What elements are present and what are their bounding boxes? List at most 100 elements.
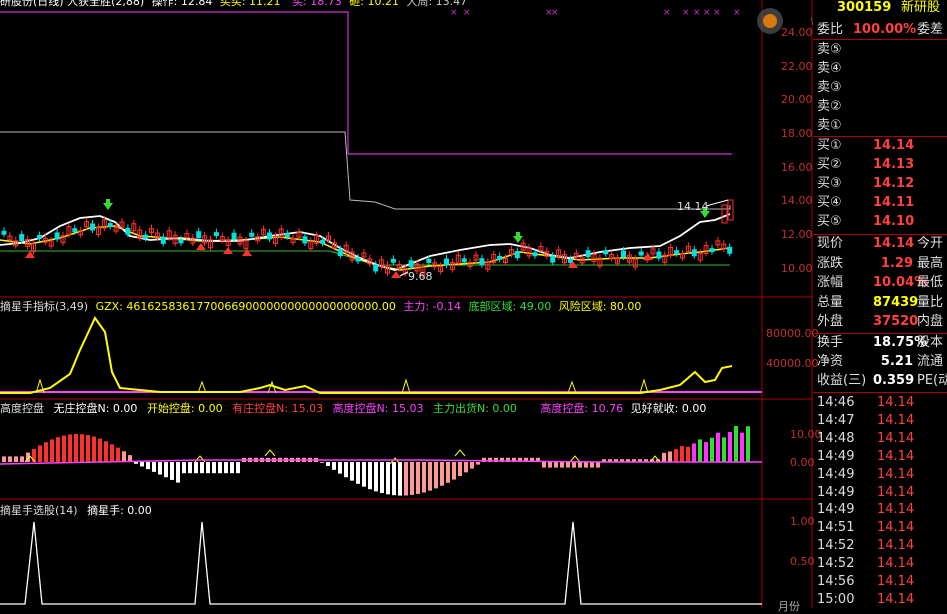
tick-row: 14:52 14.14 bbox=[813, 555, 947, 573]
candle-body bbox=[497, 255, 503, 260]
gray-step-line bbox=[0, 131, 731, 210]
histogram-bar bbox=[170, 462, 174, 480]
candle-body bbox=[19, 234, 25, 242]
header-buy: 买: 18.73 bbox=[292, 0, 342, 8]
histogram-bar bbox=[680, 446, 684, 462]
histogram-bar bbox=[590, 462, 594, 468]
sell-level[interactable]: 卖④ bbox=[813, 60, 947, 78]
buy-level[interactable]: 买⑤ 14.10 bbox=[813, 213, 947, 231]
histogram-bar bbox=[542, 462, 546, 468]
candle-body bbox=[337, 249, 343, 257]
candle-body bbox=[178, 239, 184, 244]
main-y-tick: 14.00 bbox=[781, 194, 813, 207]
candle-body bbox=[107, 223, 113, 228]
panel2-main: 主力: -0.14 bbox=[403, 300, 461, 313]
candle-body bbox=[143, 234, 149, 239]
sell-label: 卖② bbox=[817, 99, 842, 114]
panel3-title: 高度控盘 bbox=[0, 402, 44, 415]
candle-body bbox=[196, 231, 202, 239]
histogram-bar bbox=[746, 426, 750, 462]
buy-price: 14.14 bbox=[873, 138, 915, 153]
buy-level[interactable]: 买② 14.13 bbox=[813, 156, 947, 174]
stat-label: 换手 bbox=[817, 335, 844, 350]
panel3-out: 主力出货N: 0.00 bbox=[432, 402, 517, 415]
histogram-bar bbox=[92, 436, 96, 462]
buy-level[interactable]: 买④ 14.11 bbox=[813, 194, 947, 212]
candle-body bbox=[727, 199, 734, 221]
candle-body bbox=[585, 250, 591, 258]
buy-price: 14.11 bbox=[873, 195, 915, 210]
candle-body bbox=[54, 232, 60, 240]
buy-level[interactable]: 买① 14.14 bbox=[813, 137, 947, 155]
histogram-bar bbox=[398, 462, 402, 496]
histogram-bar bbox=[470, 462, 474, 469]
tick-price: 14.14 bbox=[877, 520, 915, 536]
tick-time: 14:49 bbox=[817, 466, 855, 482]
candle-body bbox=[373, 264, 379, 272]
svg-text:×: × bbox=[663, 8, 671, 18]
candle-body bbox=[479, 258, 485, 266]
quote-stat: 涨跌 1.29 最高 bbox=[813, 255, 947, 273]
panel2-risk: 风险区域: 80.00 bbox=[558, 300, 642, 313]
tick-price: 14.14 bbox=[877, 484, 915, 500]
buy-price: 14.10 bbox=[873, 214, 915, 229]
histogram-bar bbox=[428, 462, 432, 491]
main-y-tick: 20.00 bbox=[781, 93, 813, 106]
sell-level[interactable]: 卖② bbox=[813, 98, 947, 116]
histogram-bar bbox=[548, 462, 552, 468]
candle-body bbox=[1, 230, 7, 235]
tick-price: 14.14 bbox=[877, 466, 915, 482]
histogram-bar bbox=[560, 462, 564, 468]
candle-body bbox=[621, 250, 626, 258]
histogram-bar bbox=[182, 462, 186, 474]
quote-panel: 300159 新研股 委比 100.00% 委差 卖⑤ 卖④ 卖③ 卖② 卖① 买① 14… bbox=[813, 0, 947, 608]
quote-stat: 涨幅 10.04% 最低 bbox=[813, 274, 947, 292]
buy-level[interactable]: 买③ 14.12 bbox=[813, 175, 947, 193]
quote-title: 300159 新研股 bbox=[813, 0, 947, 17]
histogram-bar bbox=[464, 462, 468, 473]
candle-body bbox=[567, 258, 573, 263]
svg-text:×: × bbox=[703, 8, 711, 18]
low-label: 9.68 bbox=[408, 270, 433, 283]
sell-level[interactable]: 卖③ bbox=[813, 79, 947, 97]
histogram-bar bbox=[692, 443, 696, 462]
candle-body bbox=[532, 252, 538, 257]
main-y-tick: 24.00 bbox=[781, 26, 813, 39]
panel3-y-tick-zero: 0.00 bbox=[790, 456, 815, 469]
stat-value: 5.21 bbox=[880, 353, 913, 369]
histogram-bar bbox=[122, 451, 126, 462]
tick-time: 14:46 bbox=[817, 395, 855, 410]
stat-cut: 最高 bbox=[917, 255, 944, 271]
histogram-bar bbox=[362, 462, 366, 487]
histogram-bar bbox=[734, 425, 738, 462]
panel2-y-tick-top: 80000.00 bbox=[766, 327, 819, 340]
sell-level[interactable]: 卖⑤ bbox=[813, 41, 947, 59]
tick-time: 14:49 bbox=[817, 448, 855, 464]
quote-stat: 总量 87439 量比 bbox=[813, 294, 947, 312]
histogram-bar bbox=[236, 462, 240, 474]
panel3-header: 高度控盘 无庄控盘N: 0.00 开始控盘: 0.00 有庄控盘N: 15.03… bbox=[0, 402, 706, 415]
header-op: 操作: 12.84 bbox=[151, 0, 213, 8]
stat-value: 0.359 bbox=[873, 373, 915, 389]
tick-row: 14:47 14.14 bbox=[813, 412, 947, 430]
histogram-bar bbox=[578, 462, 582, 468]
histogram-bar bbox=[224, 462, 228, 474]
buy-price: 14.12 bbox=[873, 176, 915, 191]
purple-step-line bbox=[0, 11, 732, 155]
histogram-bar bbox=[74, 434, 78, 462]
ratio-value: 100.00% bbox=[853, 22, 917, 37]
histogram-bar bbox=[50, 439, 54, 462]
histogram-bar bbox=[554, 462, 558, 468]
tick-price: 14.14 bbox=[877, 591, 915, 607]
tick-time: 14:47 bbox=[817, 412, 855, 428]
main-header: 研股份(日线) 人获全胜(2,88) 操作: 12.84 买买: 11.21 买… bbox=[0, 0, 467, 8]
candle-body bbox=[721, 204, 728, 224]
histogram-bar bbox=[674, 449, 678, 462]
histogram-bar bbox=[152, 462, 156, 472]
buy-label: 买④ bbox=[817, 195, 842, 210]
tick-row: 14:49 14.14 bbox=[813, 466, 947, 484]
candle-body bbox=[390, 258, 396, 263]
histogram-bar bbox=[134, 462, 138, 464]
sell-level[interactable]: 卖① bbox=[813, 117, 947, 135]
tick-row: 15:00 14.14 bbox=[813, 591, 947, 609]
